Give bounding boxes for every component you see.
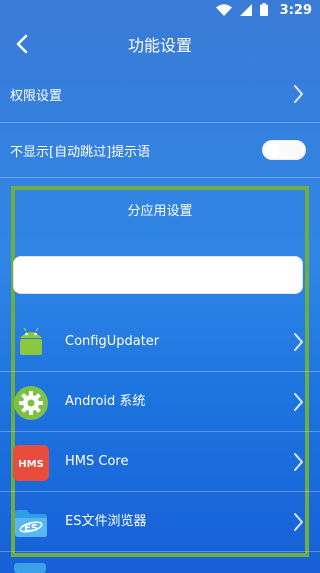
divider <box>0 177 320 178</box>
signal-icon <box>240 3 252 16</box>
chevron-right-icon <box>294 393 303 411</box>
status-bar: 3:29 <box>0 0 320 22</box>
es-file-explorer-icon: ES <box>15 510 47 537</box>
chevron-right-icon <box>294 513 303 531</box>
per-app-section-title: 分应用设置 <box>127 204 193 219</box>
title-bar: 功能设置 <box>0 22 320 66</box>
chevron-right-icon <box>294 453 303 471</box>
app-name: Android 系统 <box>65 394 146 409</box>
skip-tip-row: 不显示[自动跳过]提示语 <box>0 123 320 177</box>
toggle-knob <box>266 143 280 157</box>
status-icons <box>216 3 268 16</box>
app-name: ConfigUpdater <box>65 334 160 349</box>
next-app-icon-partial <box>14 563 46 573</box>
app-search-input[interactable] <box>13 256 303 294</box>
back-arrow-icon <box>16 34 28 54</box>
app-row-configupdater[interactable]: ConfigUpdater <box>0 312 320 372</box>
svg-text:ES: ES <box>24 523 38 534</box>
permission-settings-row[interactable]: 权限设置 <box>0 66 320 122</box>
divider <box>0 551 320 552</box>
chevron-right-icon <box>294 85 303 103</box>
back-button[interactable] <box>0 22 44 66</box>
page-title: 功能设置 <box>127 36 192 55</box>
svg-text:HMS: HMS <box>18 459 44 470</box>
android-robot-icon <box>20 327 42 355</box>
hms-core-icon: HMS <box>13 445 49 481</box>
app-row-es-file-explorer[interactable]: ES ES文件浏览器 <box>0 492 320 552</box>
permission-settings-label: 权限设置 <box>10 88 63 104</box>
skip-tip-label: 不显示[自动跳过]提示语 <box>10 144 151 160</box>
battery-icon <box>260 3 268 16</box>
skip-tip-toggle[interactable] <box>262 140 306 160</box>
android-system-gear-icon <box>14 386 48 420</box>
status-time: 3:29 <box>279 3 312 18</box>
app-row-android-system[interactable]: Android 系统 <box>0 372 320 432</box>
app-name: HMS Core <box>65 454 129 469</box>
wifi-icon <box>216 3 232 16</box>
app-name: ES文件浏览器 <box>65 514 147 529</box>
app-row-hms-core[interactable]: HMS HMS Core <box>0 432 320 492</box>
chevron-right-icon <box>294 333 303 351</box>
